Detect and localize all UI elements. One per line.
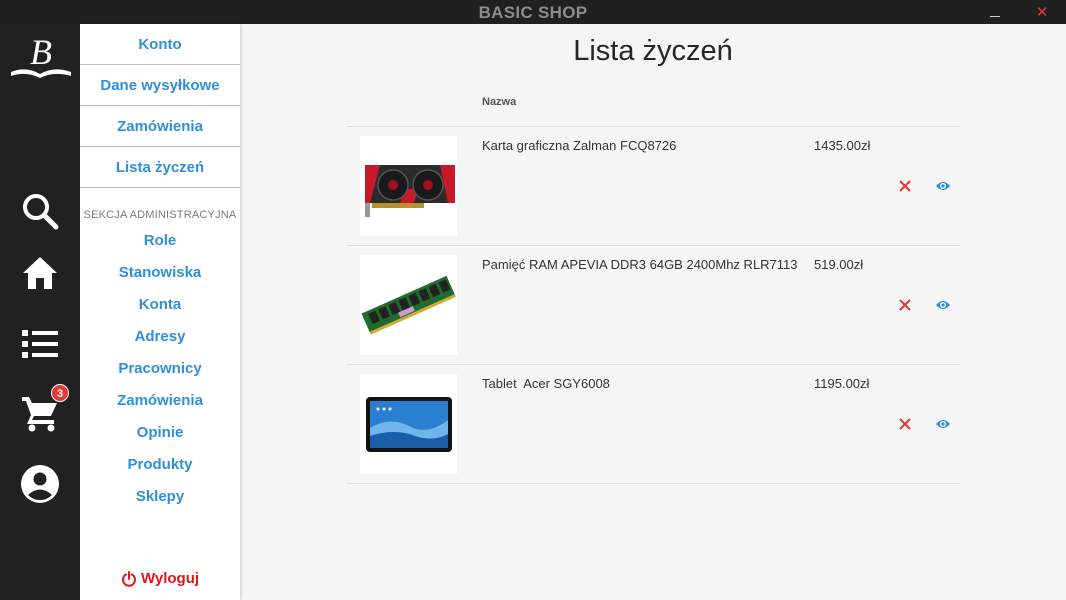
menu-item-lista-zyczen[interactable]: Lista życzeń <box>80 147 240 188</box>
graphics-card-image <box>364 165 455 217</box>
admin-item-adresy[interactable]: Adresy <box>80 321 240 353</box>
admin-item-sklepy[interactable]: Sklepy <box>80 481 240 513</box>
menu-item-zamowienia[interactable]: Zamówienia <box>80 106 240 147</box>
tablet-image <box>365 397 452 452</box>
admin-item-konta[interactable]: Konta <box>80 289 240 321</box>
admin-menu: Role Stanowiska Konta Adresy Pracownicy … <box>80 225 240 513</box>
product-name[interactable]: Tablet Acer SGY6008 <box>482 376 610 391</box>
product-name[interactable]: Pamięć RAM APEVIA DDR3 64GB 2400Mhz RLR7… <box>482 257 798 272</box>
remove-icon[interactable] <box>898 298 912 312</box>
admin-item-pracownicy[interactable]: Pracownicy <box>80 353 240 385</box>
product-image[interactable] <box>360 374 457 474</box>
eye-icon[interactable] <box>935 418 951 430</box>
logout-button[interactable]: Wyloguj <box>80 570 240 587</box>
table-row: Karta graficzna Zalman FCQ8726 1435.00zł <box>347 127 960 246</box>
product-price: 1435.00zł <box>814 138 871 153</box>
remove-icon[interactable] <box>898 417 912 431</box>
home-button[interactable] <box>17 250 63 296</box>
product-price: 519.00zł <box>814 257 864 272</box>
product-image[interactable] <box>360 255 457 355</box>
minimize-button[interactable] <box>980 0 1010 24</box>
menu-item-konto[interactable]: Konto <box>80 24 240 65</box>
icon-rail: B 3 <box>0 24 80 600</box>
menu-item-dane-wysylkowe[interactable]: Dane wysyłkowe <box>80 65 240 106</box>
cart-badge: 3 <box>51 384 69 402</box>
column-header-name: Nazwa <box>482 96 517 108</box>
close-icon: ✕ <box>1035 4 1049 21</box>
logo-text: B <box>30 32 52 72</box>
table-row: Tablet Acer SGY6008 1195.00zł <box>347 365 960 484</box>
title-bar: BASIC SHOP ✕ <box>0 0 1066 24</box>
list-icon <box>22 330 58 358</box>
account-icon <box>21 465 59 503</box>
wishlist-table: Karta graficzna Zalman FCQ8726 1435.00zł <box>347 126 960 484</box>
admin-section-header: SEKCJA ADMINISTRACYJNA <box>83 209 237 221</box>
admin-item-role[interactable]: Role <box>80 225 240 257</box>
search-icon <box>23 194 59 230</box>
minimize-icon <box>990 15 1000 17</box>
admin-item-opinie[interactable]: Opinie <box>80 417 240 449</box>
list-button[interactable] <box>17 321 63 367</box>
admin-item-produkty[interactable]: Produkty <box>80 449 240 481</box>
ram-module-image <box>361 275 456 335</box>
account-button[interactable] <box>17 461 63 507</box>
logo-icon: B <box>11 32 71 78</box>
product-name[interactable]: Karta graficzna Zalman FCQ8726 <box>482 138 676 153</box>
page-title: Lista życzeń <box>573 35 733 67</box>
search-button[interactable] <box>17 188 63 234</box>
power-icon <box>121 570 136 587</box>
product-image[interactable] <box>360 136 457 236</box>
admin-item-zamowienia[interactable]: Zamówienia <box>80 385 240 417</box>
logout-label: Wyloguj <box>140 570 200 587</box>
remove-icon[interactable] <box>898 179 912 193</box>
eye-icon[interactable] <box>935 180 951 192</box>
home-icon <box>23 257 57 289</box>
close-button[interactable]: ✕ <box>1027 0 1057 24</box>
side-menu: Konto Dane wysyłkowe Zamówienia Lista ży… <box>80 24 240 600</box>
product-price: 1195.00zł <box>814 376 870 391</box>
admin-item-stanowiska[interactable]: Stanowiska <box>80 257 240 289</box>
main-content: Lista życzeń Nazwa Karta graficzna Zalma… <box>240 24 1066 600</box>
table-row: Pamięć RAM APEVIA DDR3 64GB 2400Mhz RLR7… <box>347 246 960 365</box>
eye-icon[interactable] <box>935 299 951 311</box>
window-title: BASIC SHOP <box>478 3 588 22</box>
